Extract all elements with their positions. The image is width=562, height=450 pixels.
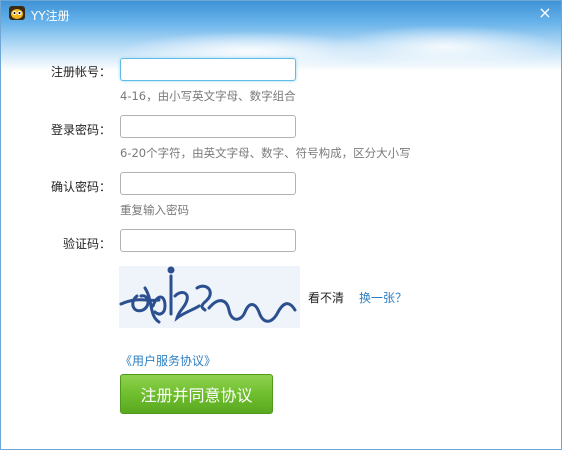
- window-title: YY注册: [31, 9, 70, 23]
- title-bar-cloud: [331, 25, 561, 69]
- captcha-image[interactable]: [119, 266, 300, 328]
- password-hint: 6-20个字符，由英文字母、数字、符号构成，区分大小写: [120, 146, 411, 160]
- account-label: 注册帐号：: [50, 65, 111, 79]
- captcha-unclear-text: 看不清: [308, 291, 345, 305]
- captcha-label: 验证码：: [62, 237, 111, 251]
- account-hint: 4-16，由小写英文字母、数字组合: [120, 89, 296, 103]
- user-agreement-link[interactable]: 《用户服务协议》: [120, 352, 216, 369]
- register-window: YY注册 × 注册帐号： 4-16，由小写英文字母、数字组合 登录密码： 6-2…: [0, 0, 562, 450]
- confirm-password-label: 确认密码：: [50, 180, 111, 194]
- password-input[interactable]: [120, 115, 296, 138]
- account-input[interactable]: [120, 58, 296, 81]
- yy-logo-icon: [9, 6, 25, 20]
- captcha-refresh-link[interactable]: 换一张？: [359, 289, 407, 306]
- close-icon[interactable]: ×: [537, 5, 553, 21]
- confirm-password-hint: 重复输入密码: [120, 203, 189, 217]
- password-label: 登录密码：: [50, 123, 111, 137]
- captcha-input[interactable]: [120, 229, 296, 252]
- confirm-password-input[interactable]: [120, 172, 296, 195]
- register-agree-button[interactable]: 注册并同意协议: [120, 374, 273, 414]
